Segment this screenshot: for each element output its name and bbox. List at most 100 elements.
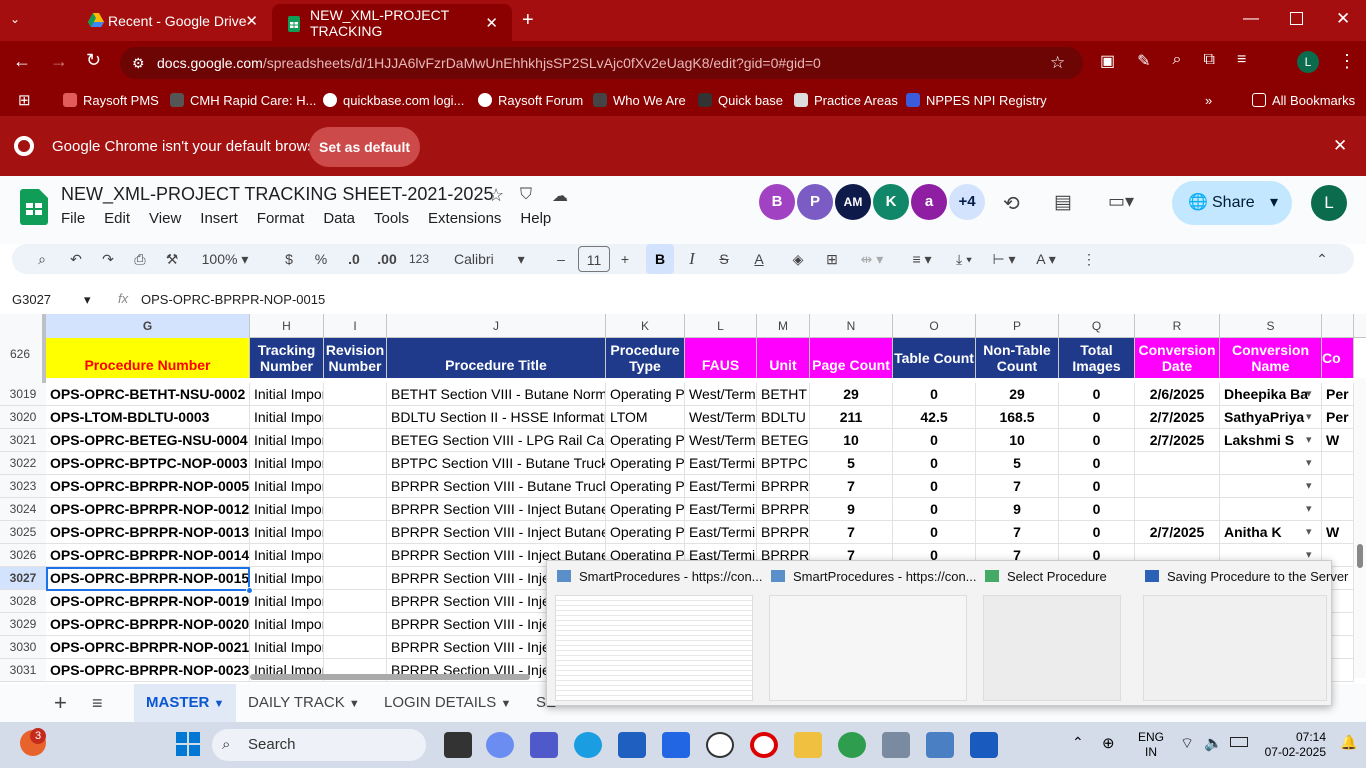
table-cell[interactable]	[324, 406, 387, 429]
table-cell[interactable]: W	[1322, 521, 1354, 544]
table-cell[interactable]: 9	[976, 498, 1059, 521]
menu-help[interactable]: Help	[520, 210, 551, 227]
collaborator-avatar[interactable]: AM	[835, 184, 871, 220]
table-cell[interactable]: Initial Impor	[250, 475, 324, 498]
star-icon[interactable]: ☆	[488, 185, 504, 206]
table-cell[interactable]	[1135, 498, 1220, 521]
zoom-icon[interactable]: ⌕	[1173, 51, 1182, 71]
header-cell[interactable]: Page Count	[810, 338, 893, 378]
vertical-scrollbar[interactable]	[1354, 378, 1366, 678]
clock[interactable]: 07:14 07-02-2025	[1262, 730, 1326, 760]
menu-extensions[interactable]: Extensions	[428, 210, 501, 227]
taskbar-search[interactable]: ⌕ Search	[212, 729, 426, 761]
close-tab-icon[interactable]: ✕	[485, 14, 498, 32]
row-number[interactable]: 3031	[0, 659, 46, 682]
table-cell[interactable]: 0	[893, 521, 976, 544]
table-cell[interactable]: OPS-OPRC-BPRPR-NOP-0013	[46, 521, 250, 544]
dropdown-chevron-icon[interactable]: ▾	[1306, 456, 1312, 469]
profile-avatar[interactable]: L	[1297, 51, 1319, 73]
table-cell[interactable]: 10	[810, 429, 893, 452]
collaborator-avatar[interactable]: K	[873, 184, 909, 220]
bookmark-practice-areas[interactable]: Practice Areas	[794, 85, 898, 116]
table-cell[interactable]: 0	[1059, 383, 1135, 406]
table-cell[interactable]: Per	[1322, 406, 1354, 429]
search-menus-icon[interactable]: ⌕	[30, 244, 54, 274]
text-color-button[interactable]: A	[746, 244, 772, 274]
bookmarks-overflow-icon[interactable]: »	[1205, 85, 1212, 116]
table-cell[interactable]: 7	[810, 475, 893, 498]
sheet-tab-daily-track[interactable]: DAILY TRACK ▼	[248, 684, 360, 722]
table-cell[interactable]: 5	[810, 452, 893, 475]
increase-font-size-icon[interactable]: +	[616, 244, 634, 274]
table-cell[interactable]	[324, 383, 387, 406]
text-rotation-icon[interactable]: A ▾	[1028, 244, 1064, 274]
column-header[interactable]: S	[1220, 314, 1322, 338]
table-cell[interactable]: 168.5	[976, 406, 1059, 429]
table-cell[interactable]: 10	[976, 429, 1059, 452]
table-cell[interactable]: 29	[810, 383, 893, 406]
menu-file[interactable]: File	[61, 210, 85, 227]
close-tab-icon[interactable]: ✕	[245, 12, 258, 30]
table-cell[interactable]: OPS-OPRC-BPRPR-NOP-0019	[46, 590, 250, 613]
table-cell[interactable]: 2/7/2025	[1135, 406, 1220, 429]
more-options-icon[interactable]: ⋮	[1078, 244, 1100, 274]
collapse-toolbar-icon[interactable]: ⌃	[1310, 244, 1334, 274]
table-cell[interactable]: East/Termir	[685, 521, 757, 544]
table-cell[interactable]	[324, 521, 387, 544]
table-cell[interactable]: BETHT Section VIII - Butane Normal S	[387, 383, 606, 406]
table-cell[interactable]: East/Termir	[685, 452, 757, 475]
column-header[interactable]: P	[976, 314, 1059, 338]
column-header[interactable]: R	[1135, 314, 1220, 338]
select-all-corner[interactable]: 626	[0, 314, 46, 383]
row-number[interactable]: 3026	[0, 544, 46, 567]
reload-icon[interactable]: ↻	[86, 50, 101, 71]
header-cell[interactable]: Table Count	[893, 338, 976, 378]
table-cell[interactable]: 29	[976, 383, 1059, 406]
font-size-input[interactable]: 11	[578, 246, 610, 272]
redo-icon[interactable]: ↷	[96, 244, 120, 274]
puzzle-icon[interactable]: ⧉	[1204, 51, 1215, 71]
menu-insert[interactable]: Insert	[200, 210, 238, 227]
table-cell[interactable]	[324, 636, 387, 659]
comments-icon[interactable]: ▤	[1054, 191, 1072, 214]
table-cell[interactable]: 0	[1059, 498, 1135, 521]
row-number[interactable]: 3020	[0, 406, 46, 429]
cloud-status-icon[interactable]: ☁	[552, 186, 568, 206]
row-number[interactable]: 3029	[0, 613, 46, 636]
share-button[interactable]: 🌐 Share ▾	[1172, 181, 1292, 225]
account-avatar[interactable]: L	[1311, 185, 1347, 221]
table-cell[interactable]	[1322, 475, 1354, 498]
chrome-menu-icon[interactable]: ⋮	[1338, 51, 1356, 72]
table-cell[interactable]: BPRPR Section VIII - Inject Butane fro	[387, 521, 606, 544]
collaborator-avatar[interactable]: B	[759, 184, 795, 220]
preview-saving-procedure[interactable]: Saving Procedure to the Server	[1135, 561, 1348, 707]
all-sheets-icon[interactable]: ≡	[92, 684, 103, 722]
table-cell[interactable]: Initial Impor	[250, 590, 324, 613]
menu-data[interactable]: Data	[323, 210, 355, 227]
zoom-select[interactable]: 100% ▾	[192, 244, 258, 274]
dropdown-chevron-icon[interactable]: ▾	[1306, 479, 1312, 492]
table-cell[interactable]: OPS-OPRC-BPRPR-NOP-0015	[46, 567, 250, 590]
new-tab-icon[interactable]: +	[522, 9, 534, 32]
bookmark-cmh[interactable]: CMH Rapid Care: H...	[170, 85, 316, 116]
print-icon[interactable]: ⎙	[128, 244, 152, 274]
site-info-icon[interactable]: ⚙	[132, 47, 145, 79]
sheet-tab-login-details[interactable]: LOGIN DETAILS ▼	[384, 684, 511, 722]
table-cell[interactable]: BPRPR	[757, 521, 810, 544]
table-cell[interactable]: Operating Pr	[606, 452, 685, 475]
meet-icon[interactable]: ▭▾	[1108, 191, 1134, 212]
dropdown-chevron-icon[interactable]: ▾	[1306, 433, 1312, 446]
table-cell[interactable]: 5	[976, 452, 1059, 475]
power-automate-icon[interactable]	[662, 732, 690, 758]
table-cell[interactable]: 0	[1059, 406, 1135, 429]
column-header[interactable]: O	[893, 314, 976, 338]
percent-format-button[interactable]: %	[310, 244, 332, 274]
table-cell[interactable]: Operating Pr	[606, 498, 685, 521]
table-cell[interactable]: 0	[1059, 521, 1135, 544]
row-number[interactable]: 3030	[0, 636, 46, 659]
bookmark-who-we-are[interactable]: Who We Are	[593, 85, 686, 116]
column-header[interactable]: H	[250, 314, 324, 338]
column-header[interactable]	[1322, 314, 1354, 338]
tab-google-drive[interactable]: Recent - Google Drive ✕	[36, 0, 272, 41]
header-cell[interactable]: Total Images	[1059, 338, 1135, 378]
